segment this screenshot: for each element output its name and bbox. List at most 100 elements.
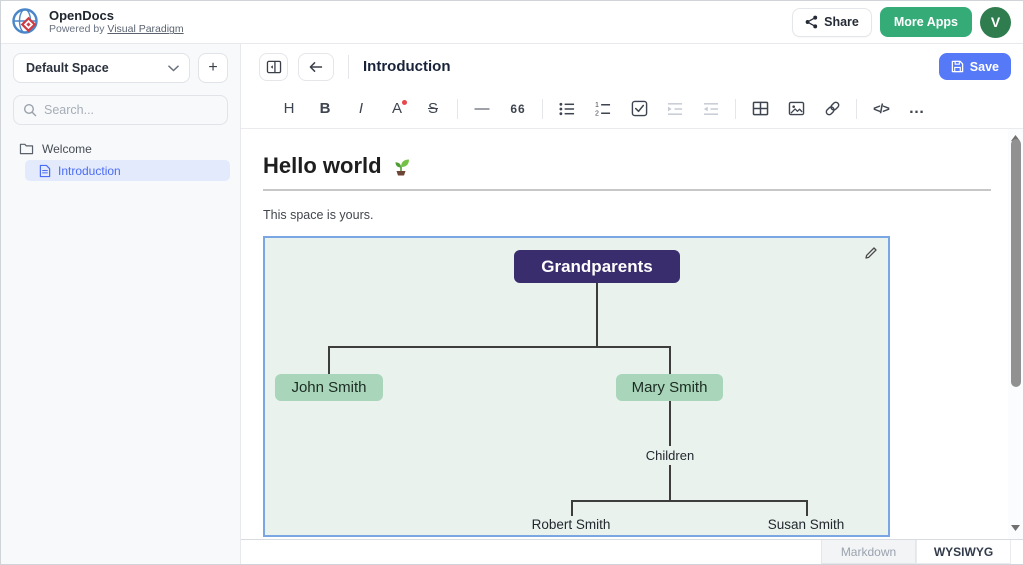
divider [735,99,736,119]
tree-label-robert-smith: Robert Smith [509,517,633,532]
numbered-list-icon: 1 2 [594,101,612,117]
page-tree: Welcome Introduction [1,138,240,181]
app-window: OpenDocs Powered by Visual Paradigm Shar… [0,0,1024,565]
share-label: Share [824,15,859,29]
divider [856,99,857,119]
indent-button[interactable] [657,95,693,123]
image-button[interactable] [778,95,814,123]
opendocs-logo-icon [11,7,41,37]
table-icon [752,101,769,116]
strikethrough-button[interactable]: S [415,95,451,123]
tree-label-children: Children [620,448,720,463]
tree-connector-line [669,401,671,446]
sidebar-item-introduction[interactable]: Introduction [25,160,230,181]
toggle-sidebar-button[interactable] [259,53,288,81]
text-color-button[interactable]: A [379,95,415,123]
tree-node-john-smith: John Smith [275,374,383,401]
italic-button[interactable]: I [343,95,379,123]
sidebar-item-label: Welcome [42,142,92,156]
vertical-scrollbar[interactable] [1008,129,1023,539]
indent-icon [666,101,684,117]
pencil-icon [863,245,879,261]
document-icon [39,164,51,178]
tree-connector-line [806,500,808,516]
divider [457,99,458,119]
tab-markdown[interactable]: Markdown [821,540,916,564]
heading-rule [263,189,991,191]
checkbox-icon [631,100,648,117]
outdent-button[interactable] [693,95,729,123]
tree-connector-line [571,500,573,516]
seedling-emoji [390,155,412,177]
tab-wysiwyg[interactable]: WYSIWYG [916,540,1011,564]
save-button[interactable]: Save [939,53,1011,80]
app-header: OpenDocs Powered by Visual Paradigm Shar… [1,1,1023,44]
editor-footer: Markdown WYSIWYG [241,539,1023,564]
scroll-down-arrow-icon[interactable] [1008,521,1023,535]
save-label: Save [970,60,999,74]
tree-connector-line [328,346,671,348]
editor-canvas[interactable]: Hello world This space is yours. Grandpa… [241,129,1023,539]
tree-node-mary-smith: Mary Smith [616,374,723,401]
tree-connector-line [806,535,808,537]
editor-toolbar: H B I A S — 66 1 [241,89,1023,129]
document-heading: Hello world [263,153,1023,179]
add-space-button[interactable]: + [198,53,228,83]
scrollbar-thumb[interactable] [1011,139,1021,387]
tree-connector-line [669,465,671,502]
numbered-list-button[interactable]: 1 2 [585,95,621,123]
tree-connector-line [669,346,671,374]
space-name: Default Space [26,61,168,75]
tree-connector-line [571,500,808,502]
user-avatar[interactable]: V [980,7,1011,38]
heading-button[interactable]: H [271,95,307,123]
search-icon [23,103,37,117]
link-icon [824,100,841,117]
task-list-button[interactable] [621,95,657,123]
app-name: OpenDocs [49,9,184,24]
chevron-down-icon [168,65,179,72]
color-dot [402,100,407,105]
save-icon [951,60,964,73]
link-button[interactable] [814,95,850,123]
divider [348,55,349,79]
sidebar-item-welcome[interactable]: Welcome [1,138,240,159]
edit-diagram-button[interactable] [863,245,879,261]
panel-toggle-icon [266,60,282,74]
bullet-list-button[interactable] [549,95,585,123]
back-button[interactable] [298,53,334,81]
divider [542,99,543,119]
share-icon [805,15,818,29]
mode-tabs: Markdown WYSIWYG [821,540,1011,564]
tree-node-grandparents: Grandparents [514,250,680,283]
arrow-left-icon [308,60,324,74]
document-topbar: Introduction Save [241,44,1023,89]
code-button[interactable]: </> [863,95,899,123]
more-apps-button[interactable]: More Apps [880,7,972,37]
page-title: Introduction [363,58,450,75]
share-button[interactable]: Share [792,8,872,37]
tree-connector-line [328,346,330,374]
tree-connector-line [596,283,598,348]
space-selector[interactable]: Default Space [13,53,190,83]
svg-text:2: 2 [595,110,599,116]
document-paragraph: This space is yours. [263,208,1023,222]
bullet-list-icon [558,101,576,117]
more-options-button[interactable]: … [899,95,935,123]
brand: OpenDocs Powered by Visual Paradigm [49,9,184,36]
search-box[interactable] [13,95,228,125]
powered-by: Powered by Visual Paradigm [49,23,184,35]
family-tree-embed[interactable]: Grandparents John Smith Mary Smith Child… [263,236,890,537]
tree-label-susan-smith: Susan Smith [744,517,868,532]
sidebar-item-label: Introduction [58,164,121,178]
bold-button[interactable]: B [307,95,343,123]
folder-icon [19,142,34,155]
blockquote-button[interactable]: 66 [500,95,536,123]
tree-connector-line [571,535,573,537]
visual-paradigm-link[interactable]: Visual Paradigm [107,23,183,35]
horizontal-rule-button[interactable]: — [464,95,500,123]
table-button[interactable] [742,95,778,123]
svg-text:1: 1 [595,102,599,109]
search-input[interactable] [44,103,214,117]
image-icon [788,101,805,116]
